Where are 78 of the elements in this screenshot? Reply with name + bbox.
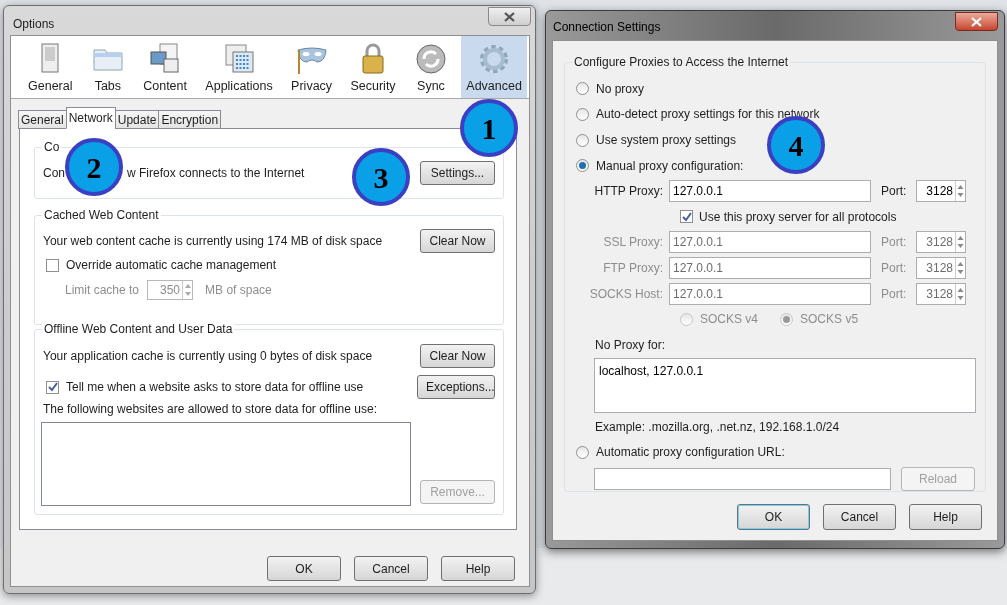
port-spinner[interactable]: 3128 bbox=[916, 180, 966, 203]
field-label: No Proxy for: bbox=[595, 337, 667, 355]
radio-button[interactable] bbox=[576, 133, 589, 147]
radio-label: SOCKS v4 bbox=[700, 311, 759, 329]
radio-button[interactable] bbox=[576, 159, 589, 173]
tab[interactable]: Encryption bbox=[158, 110, 222, 129]
proxy-field[interactable]: 127.0.0.1 bbox=[669, 180, 871, 203]
checkbox-label: Override automatic cache management bbox=[66, 257, 277, 274]
close-button[interactable] bbox=[955, 12, 998, 31]
category-tab[interactable]: Applications bbox=[200, 36, 278, 98]
proxy-label: SSL Proxy: bbox=[602, 234, 664, 252]
dialog-button[interactable]: Help bbox=[441, 556, 515, 581]
window-title: Connection Settings bbox=[553, 19, 661, 36]
category-tab[interactable]: Content bbox=[138, 36, 192, 98]
spin-arrows-icon bbox=[955, 283, 965, 304]
checkbox-label: Tell me when a website asks to store data for offline use bbox=[66, 379, 364, 396]
window-title: Options bbox=[13, 16, 55, 33]
no-proxy-field[interactable]: localhost, 127.0.0.1 bbox=[594, 358, 976, 414]
radio-button[interactable] bbox=[576, 107, 589, 121]
proxy-url-field[interactable] bbox=[594, 467, 891, 490]
connection-description-start: Con bbox=[43, 165, 65, 182]
proxy-label: HTTP Proxy: bbox=[593, 183, 664, 201]
dialog-button[interactable]: Help bbox=[909, 504, 982, 530]
radio-button[interactable] bbox=[576, 445, 589, 459]
limit-label: Limit cache to bbox=[65, 282, 140, 299]
dialog-button[interactable]: OK bbox=[737, 504, 810, 530]
cache-usage-text: Your web content cache is currently using 174 MB of disk space bbox=[43, 233, 383, 250]
exceptions-button[interactable]: Exceptions... bbox=[417, 375, 495, 399]
app-cache-usage-text: Your application cache is currently using 0 bytes of disk space bbox=[43, 348, 373, 365]
dialog-button[interactable]: OK bbox=[267, 556, 341, 581]
checkbox[interactable] bbox=[680, 210, 693, 224]
spin-arrows-icon bbox=[955, 232, 965, 253]
website-list[interactable] bbox=[41, 422, 411, 506]
port-label: Port: bbox=[881, 183, 908, 201]
category-tab[interactable]: Advanced bbox=[461, 36, 527, 98]
category-tab[interactable]: General bbox=[23, 36, 78, 98]
group-title: Cached Web Content bbox=[42, 208, 161, 222]
port-label: Port: bbox=[881, 260, 908, 278]
tab[interactable]: Update bbox=[114, 110, 160, 129]
spin-arrows-icon bbox=[955, 181, 965, 202]
dialog-button[interactable]: Cancel bbox=[823, 504, 896, 530]
close-icon bbox=[971, 16, 982, 27]
windows-icon bbox=[222, 42, 257, 76]
category-tab[interactable]: Sync bbox=[408, 36, 453, 98]
port-label: Port: bbox=[881, 234, 908, 252]
port-label: Port: bbox=[881, 285, 908, 303]
dialog-button[interactable]: Cancel bbox=[354, 556, 428, 581]
unit-label: MB of space bbox=[205, 282, 272, 299]
category-tab[interactable]: Privacy bbox=[286, 36, 338, 98]
example-text: Example: .mozilla.org, .net.nz, 192.168.1.0/24 bbox=[595, 419, 841, 437]
radio-label: SOCKS v5 bbox=[800, 311, 859, 329]
list-label: The following websites are allowed to store data for offline use: bbox=[43, 401, 378, 418]
clear-now-button[interactable]: Clear Now bbox=[420, 344, 495, 368]
group-title: Co bbox=[42, 140, 62, 154]
checkbox[interactable] bbox=[46, 258, 59, 272]
proxy-label: FTP Proxy: bbox=[602, 260, 664, 278]
group-title: Offline Web Content and User Data bbox=[42, 322, 235, 336]
checkbox-label: Use this proxy server for all protocols bbox=[699, 208, 897, 226]
close-button[interactable] bbox=[488, 7, 531, 26]
connection-description-end: w Firefox connects to the Internet bbox=[127, 165, 305, 182]
clear-now-button[interactable]: Clear Now bbox=[420, 229, 495, 253]
spin-arrows-icon bbox=[182, 281, 193, 299]
radio-button[interactable] bbox=[576, 82, 589, 96]
close-icon bbox=[504, 11, 515, 22]
radio-label: No proxy bbox=[596, 80, 645, 98]
radio-label: Automatic proxy configuration URL: bbox=[596, 444, 785, 462]
tab[interactable]: General bbox=[18, 110, 67, 129]
circular-arrows-icon bbox=[413, 42, 448, 76]
radio-label: Manual proxy configuration: bbox=[596, 157, 744, 175]
settings-button[interactable]: Settings... bbox=[420, 161, 495, 185]
group-title: Configure Proxies to Access the Internet bbox=[572, 55, 791, 69]
radio-label: Use system proxy settings bbox=[596, 132, 737, 149]
proxy-label: SOCKS Host: bbox=[588, 285, 664, 303]
checkbox[interactable] bbox=[46, 380, 59, 394]
category-tab[interactable]: Security bbox=[345, 36, 401, 98]
category-tab[interactable]: Tabs bbox=[85, 36, 130, 98]
tab[interactable]: Network bbox=[65, 107, 116, 129]
spin-arrows-icon bbox=[955, 258, 965, 279]
